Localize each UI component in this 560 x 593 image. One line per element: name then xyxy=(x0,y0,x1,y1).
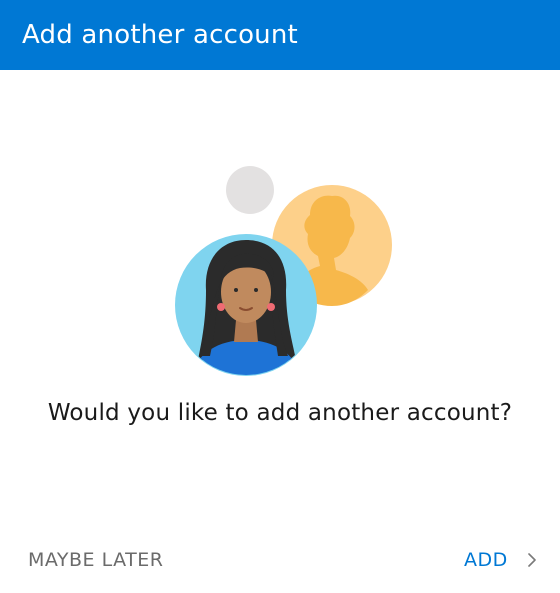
add-label: ADD xyxy=(464,549,508,571)
accounts-illustration-icon xyxy=(175,166,392,376)
chevron-right-icon xyxy=(527,553,536,567)
header-bar: Add another account xyxy=(0,0,560,70)
page-title: Add another account xyxy=(22,20,298,50)
footer-actions: MAYBE LATER ADD xyxy=(0,540,560,580)
add-button[interactable]: ADD xyxy=(464,540,538,580)
add-account-question: Would you like to add another account? xyxy=(47,400,513,426)
add-account-screen: Add another account Would you like to ad… xyxy=(0,0,560,593)
maybe-later-button[interactable]: MAYBE LATER xyxy=(28,540,163,580)
small-gray-circle xyxy=(226,166,274,214)
maybe-later-label: MAYBE LATER xyxy=(28,549,164,571)
